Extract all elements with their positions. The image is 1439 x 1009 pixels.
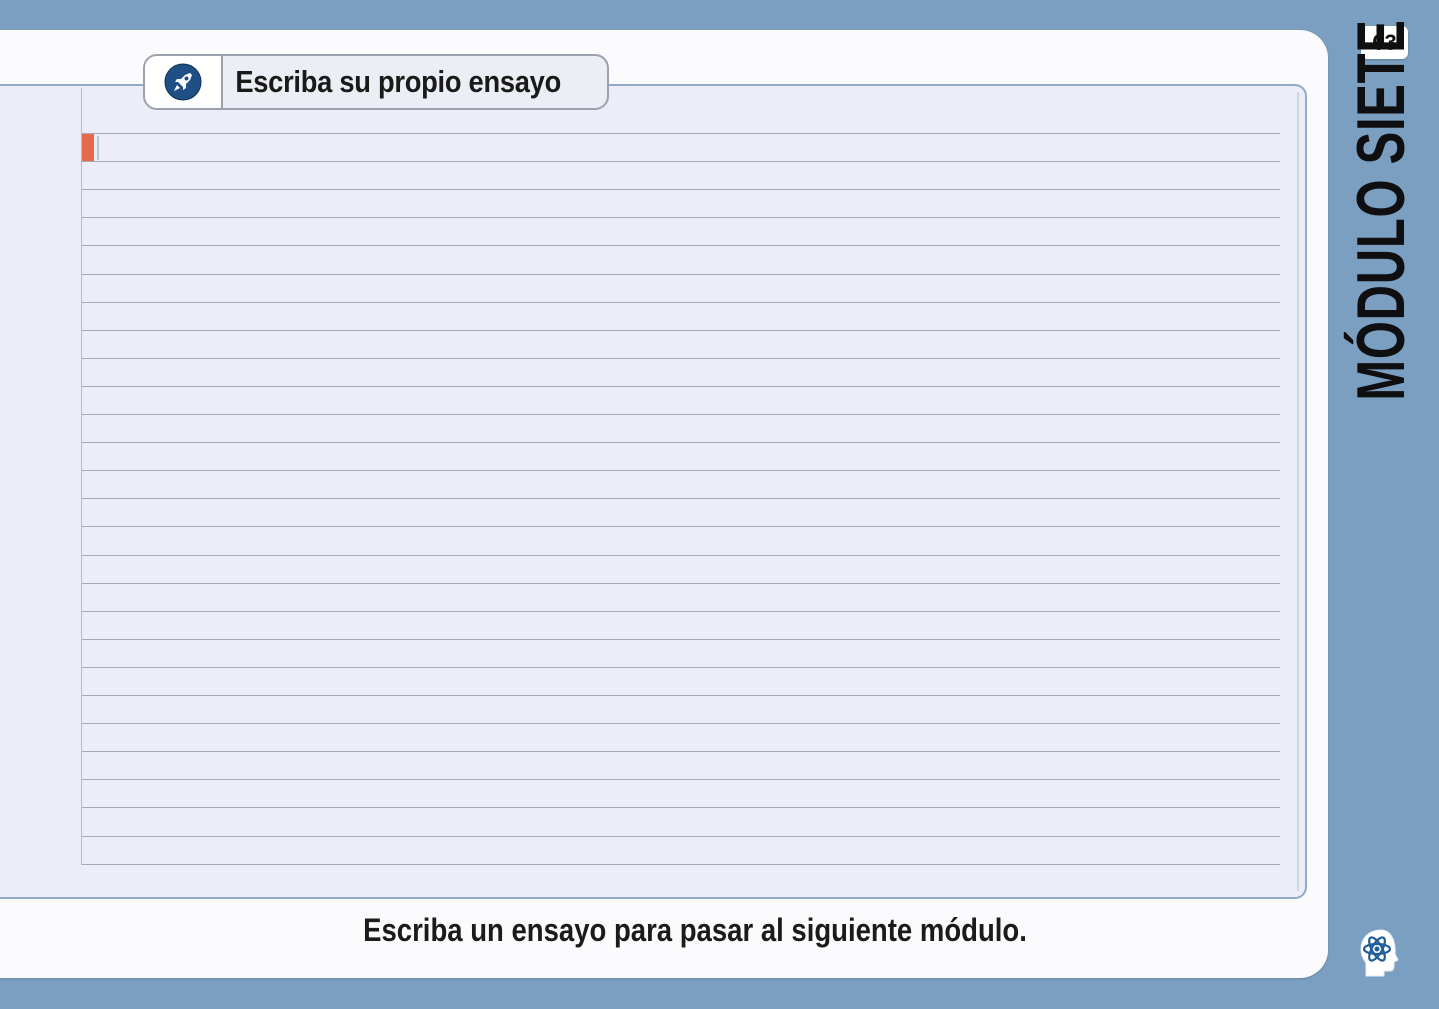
ruled-line bbox=[82, 245, 1280, 247]
brain-head-icon[interactable] bbox=[1356, 926, 1406, 982]
ruled-line bbox=[82, 357, 1280, 359]
ruled-line bbox=[82, 442, 1280, 444]
ruled-line bbox=[82, 779, 1280, 781]
ruled-line bbox=[82, 863, 1280, 865]
ruled-line bbox=[82, 723, 1280, 725]
ruled-line bbox=[82, 470, 1280, 472]
ruled-line bbox=[82, 385, 1280, 387]
essay-input[interactable] bbox=[81, 88, 1280, 865]
ruled-line bbox=[82, 835, 1280, 837]
ruled-line bbox=[82, 666, 1280, 668]
ruled-line bbox=[82, 498, 1280, 500]
ruled-line bbox=[82, 161, 1280, 163]
ruled-line bbox=[82, 638, 1280, 640]
text-cursor-marker bbox=[82, 134, 94, 161]
ruled-line bbox=[82, 610, 1280, 612]
section-title-tab: Escriba su propio ensayo bbox=[143, 54, 609, 110]
ruled-line bbox=[82, 807, 1280, 809]
ruled-line bbox=[82, 133, 1280, 134]
ruled-line bbox=[82, 273, 1280, 275]
ruled-line bbox=[82, 414, 1280, 415]
footer-instruction: Escriba un ensayo para pasar al siguient… bbox=[363, 912, 1027, 948]
ruled-lines bbox=[82, 88, 1280, 865]
ruled-line bbox=[82, 582, 1280, 584]
section-title: Escriba su propio ensayo bbox=[235, 64, 561, 99]
ruled-line bbox=[82, 526, 1280, 528]
ruled-line bbox=[82, 554, 1280, 556]
rocket-icon bbox=[164, 63, 202, 101]
ruled-line bbox=[82, 217, 1280, 219]
tab-icon-box bbox=[145, 56, 223, 108]
text-caret bbox=[97, 136, 99, 160]
ruled-line bbox=[82, 329, 1280, 331]
ruled-line bbox=[82, 695, 1280, 696]
ruled-line bbox=[82, 189, 1280, 191]
module-title-text: MÓDULO SIETE bbox=[1343, 19, 1419, 401]
panel-edge bbox=[1297, 92, 1299, 891]
ruled-line bbox=[82, 301, 1280, 303]
ruled-line bbox=[82, 751, 1280, 753]
